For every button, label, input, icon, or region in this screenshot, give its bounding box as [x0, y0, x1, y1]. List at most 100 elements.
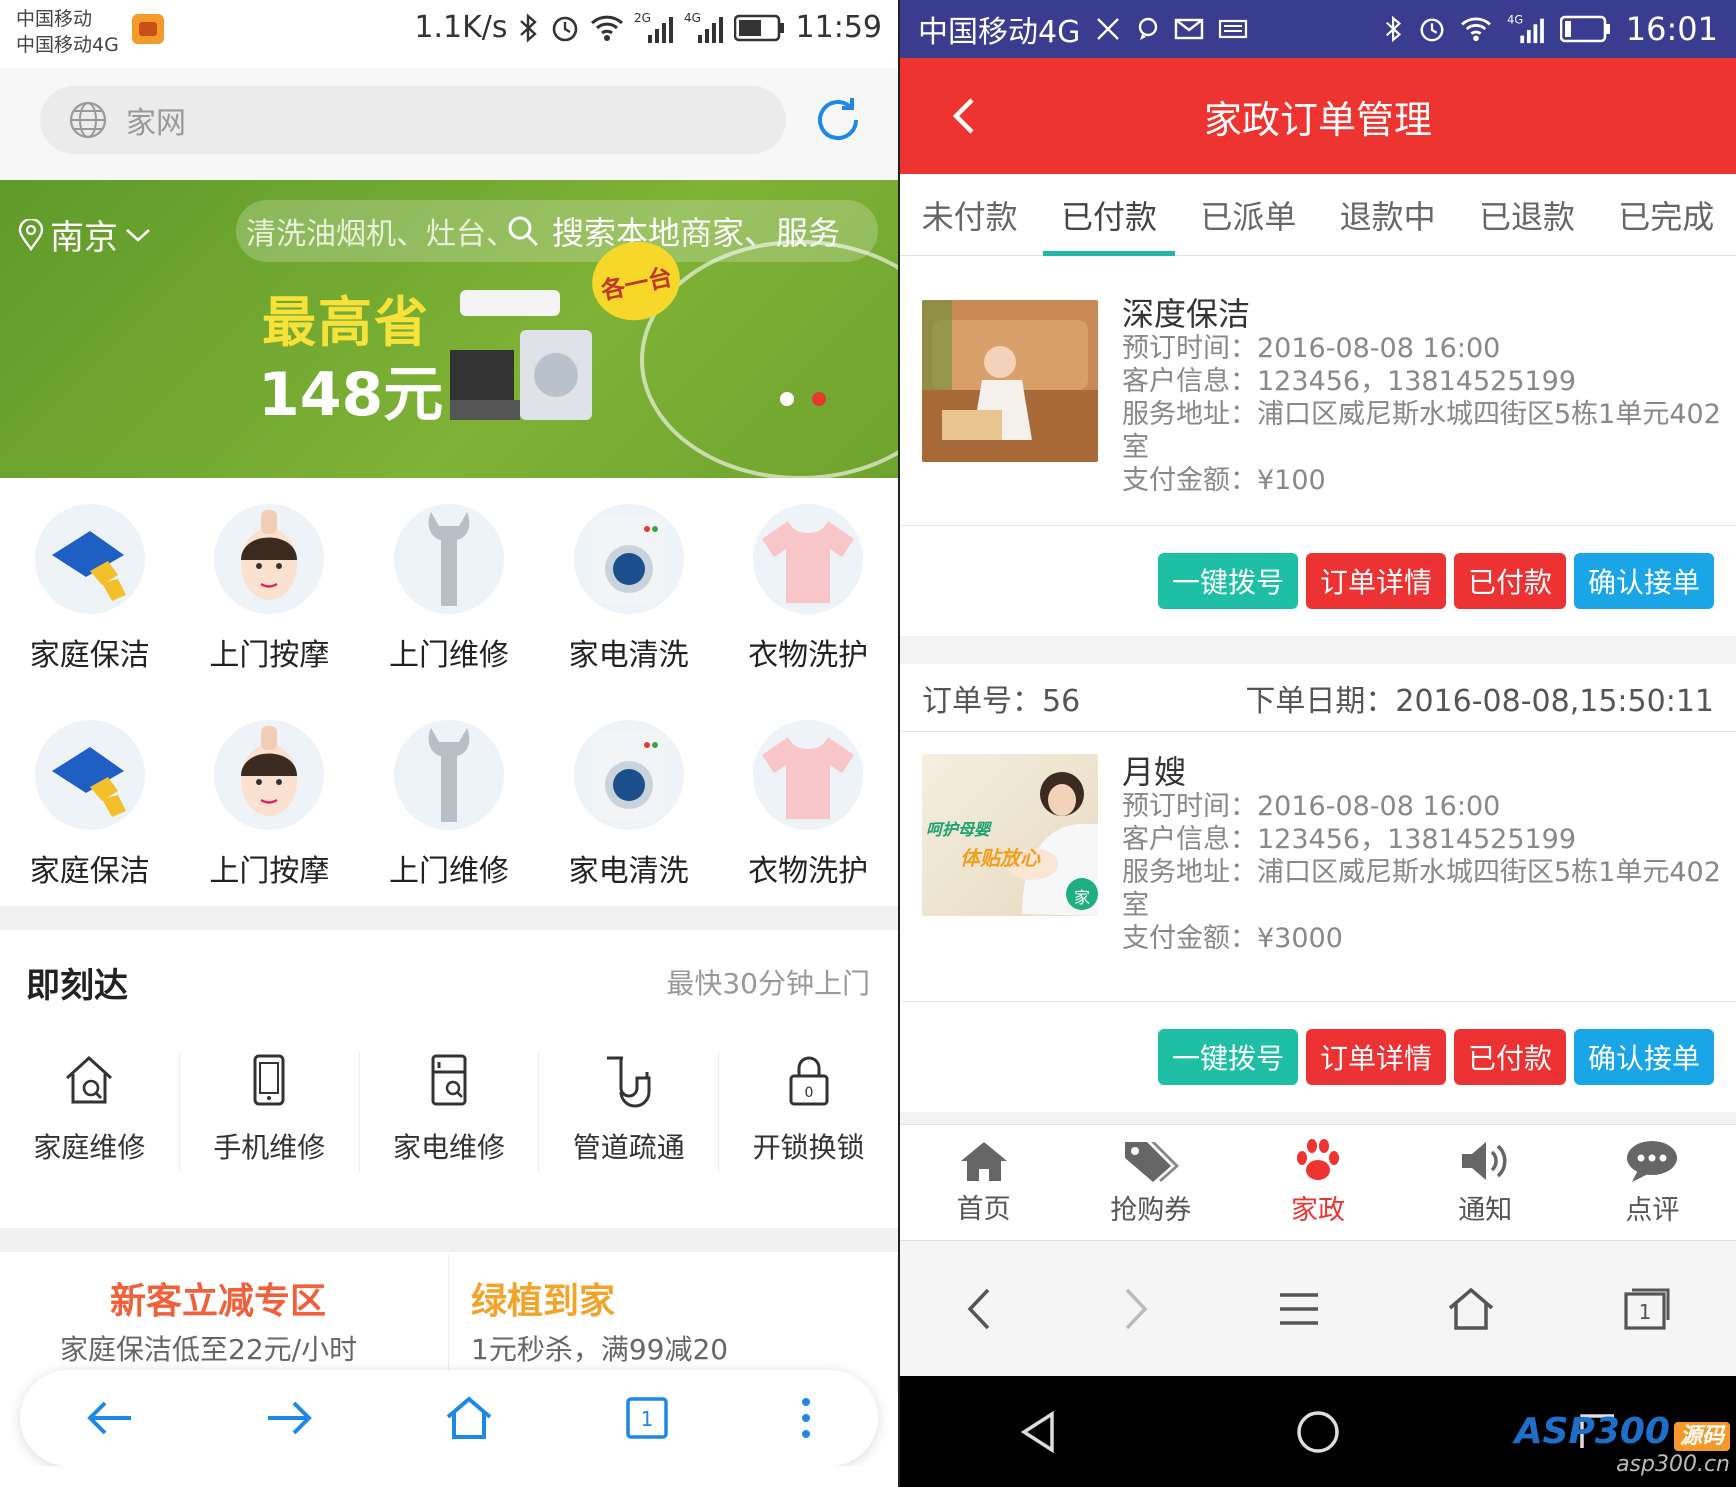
local-search-bar[interactable]: 清洗油烟机、灶台、 搜索本地商家、服务: [236, 200, 878, 262]
category-label: 衣物洗护: [748, 638, 869, 673]
nav-label: 点评: [1625, 1195, 1680, 1226]
order-detail-button[interactable]: 订单详情: [1305, 1029, 1446, 1085]
svg-text:0: 0: [804, 1085, 813, 1101]
tab-refunding[interactable]: 退款中: [1318, 174, 1457, 255]
accept-order-button[interactable]: 确认接单: [1573, 1029, 1714, 1085]
order-body[interactable]: 呵护母婴 体贴放心 家 月嫂 预订时间：2016-08-08 16:00 客户信…: [900, 732, 1736, 1002]
order-number: 订单号：56: [922, 683, 1081, 719]
clock: 11:59: [795, 10, 882, 45]
forward-chevron-icon[interactable]: [1121, 1286, 1151, 1332]
paid-button[interactable]: 已付款: [1453, 553, 1566, 609]
category-label: 上门维修: [388, 638, 509, 673]
nav-housekeeping[interactable]: 家政: [1234, 1125, 1401, 1240]
lock-icon: 0: [781, 1052, 837, 1108]
carousel-dots: [780, 392, 826, 406]
service-appliance-repair[interactable]: 家电维修: [360, 1052, 540, 1172]
nav-label: 通知: [1458, 1195, 1513, 1226]
service-label: 家电维修: [392, 1131, 505, 1164]
home-icon[interactable]: [444, 1395, 494, 1441]
service-home-repair[interactable]: 家庭维修: [0, 1052, 180, 1172]
refresh-icon[interactable]: [812, 94, 864, 146]
back-triangle-icon[interactable]: [1018, 1410, 1058, 1454]
clock: 16:01: [1625, 10, 1718, 48]
comment-icon: [1624, 1138, 1680, 1184]
network-speed: 1.1K/s: [414, 10, 508, 45]
category-label: 家庭保洁: [29, 638, 150, 673]
location-pin-icon: [18, 218, 44, 251]
tabs-icon[interactable]: 1: [624, 1395, 670, 1441]
back-chevron-icon[interactable]: [950, 96, 980, 136]
category-appliance-cleaning[interactable]: 家电清洗: [539, 714, 719, 930]
cleaning-icon: [34, 504, 145, 614]
category-repair[interactable]: 上门维修: [359, 498, 539, 714]
service-phone-repair[interactable]: 手机维修: [180, 1052, 360, 1172]
carousel-dot-active: [812, 392, 826, 406]
home-icon: [959, 1139, 1009, 1183]
nav-coupons[interactable]: 抢购券: [1067, 1125, 1234, 1240]
category-home-cleaning[interactable]: 家庭保洁: [0, 714, 180, 930]
more-menu-icon[interactable]: [799, 1395, 813, 1441]
order-detail-button[interactable]: 订单详情: [1305, 553, 1446, 609]
status-bar: 中国移动 中国移动4G 1.1K/s 2G 4G 11:59: [0, 0, 898, 68]
service-lock-change[interactable]: 0 开锁换锁: [719, 1052, 898, 1172]
promo-banner[interactable]: 南京 清洗油烟机、灶台、 搜索本地商家、服务 最高省 148元 各一台: [0, 180, 898, 478]
alarm-icon: [1418, 15, 1446, 43]
call-button[interactable]: 一键拨号: [1157, 553, 1298, 609]
tab-completed[interactable]: 已完成: [1597, 174, 1736, 255]
browser-address-area: 家网: [0, 68, 898, 180]
signal-2g-icon: 2G: [634, 11, 674, 45]
service-pipe-unclog[interactable]: 管道疏通: [539, 1052, 720, 1172]
mail-icon: [1174, 17, 1204, 41]
section-subtitle[interactable]: 最快30分钟上门: [666, 962, 870, 1002]
category-massage[interactable]: 上门按摩: [180, 498, 360, 714]
thumb-badge: 家: [1074, 888, 1091, 907]
category-label: 家电清洗: [568, 854, 689, 889]
category-massage[interactable]: 上门按摩: [180, 714, 360, 930]
category-repair[interactable]: 上门维修: [359, 714, 539, 930]
order-actions: 一键拨号 订单详情 已付款 确认接单: [900, 1002, 1736, 1112]
washing-machine-icon: [573, 504, 684, 614]
wrench-icon: [393, 720, 504, 830]
watermark: ASP300 源码 asp300.cn: [1515, 1411, 1730, 1477]
tab-refunded[interactable]: 已退款: [1457, 174, 1596, 255]
carousel-dot: [780, 392, 794, 406]
thumb-caption-1: 呵护母婴: [926, 820, 991, 839]
accept-order-button[interactable]: 确认接单: [1573, 553, 1714, 609]
back-chevron-icon[interactable]: [964, 1286, 994, 1332]
category-row: 家庭保洁 上门按摩 上门维修 家电清洗 衣物洗护: [0, 498, 898, 714]
order-body[interactable]: 深度保洁 预订时间：2016-08-08 16:00 客户信息：123456，1…: [900, 256, 1736, 526]
washing-machine-icon: [573, 720, 684, 830]
tab-dispatched[interactable]: 已派单: [1179, 174, 1318, 255]
massage-face-icon: [214, 720, 325, 830]
instant-service-section: 即刻达 最快30分钟上门 家庭维修 手机维修 家电维修 管道疏通 0 开锁换锁: [0, 930, 898, 1226]
nav-review[interactable]: 点评: [1569, 1125, 1736, 1240]
category-laundry[interactable]: 衣物洗护: [718, 714, 898, 930]
menu-icon[interactable]: [1278, 1291, 1320, 1327]
promo-amount: 148元: [258, 360, 444, 430]
search-hint: 搜索本地商家、服务: [552, 214, 841, 252]
paid-button[interactable]: 已付款: [1453, 1029, 1566, 1085]
order-date: 下单日期：2016-08-08,15:50:11: [1245, 683, 1714, 719]
order-list: 深度保洁 预订时间：2016-08-08 16:00 客户信息：123456，1…: [900, 256, 1736, 1140]
massage-face-icon: [214, 504, 325, 614]
call-button[interactable]: 一键拨号: [1157, 1029, 1298, 1085]
home-circle-icon[interactable]: [1295, 1409, 1341, 1455]
tabs-icon[interactable]: 1: [1622, 1286, 1672, 1332]
category-grid: 家庭保洁 上门按摩 上门维修 家电清洗 衣物洗护 家庭保洁 上门按摩 上门维修 …: [0, 498, 898, 930]
back-arrow-icon[interactable]: [85, 1398, 135, 1438]
category-laundry[interactable]: 衣物洗护: [718, 498, 898, 714]
carrier-name: 中国移动4G: [918, 15, 1081, 50]
category-appliance-cleaning[interactable]: 家电清洗: [539, 498, 719, 714]
nav-label: 抢购券: [1110, 1195, 1192, 1226]
url-input[interactable]: 家网: [40, 86, 786, 154]
tab-paid[interactable]: 已付款: [1039, 174, 1178, 256]
home-icon[interactable]: [1447, 1286, 1495, 1332]
city-selector[interactable]: 南京: [18, 210, 152, 259]
city-name: 南京: [50, 218, 118, 258]
tab-unpaid[interactable]: 未付款: [900, 174, 1039, 255]
battery-icon: [733, 14, 786, 42]
nav-home[interactable]: 首页: [900, 1125, 1067, 1240]
nav-notice[interactable]: 通知: [1402, 1125, 1569, 1240]
category-home-cleaning[interactable]: 家庭保洁: [0, 498, 180, 714]
forward-arrow-icon[interactable]: [264, 1398, 314, 1438]
